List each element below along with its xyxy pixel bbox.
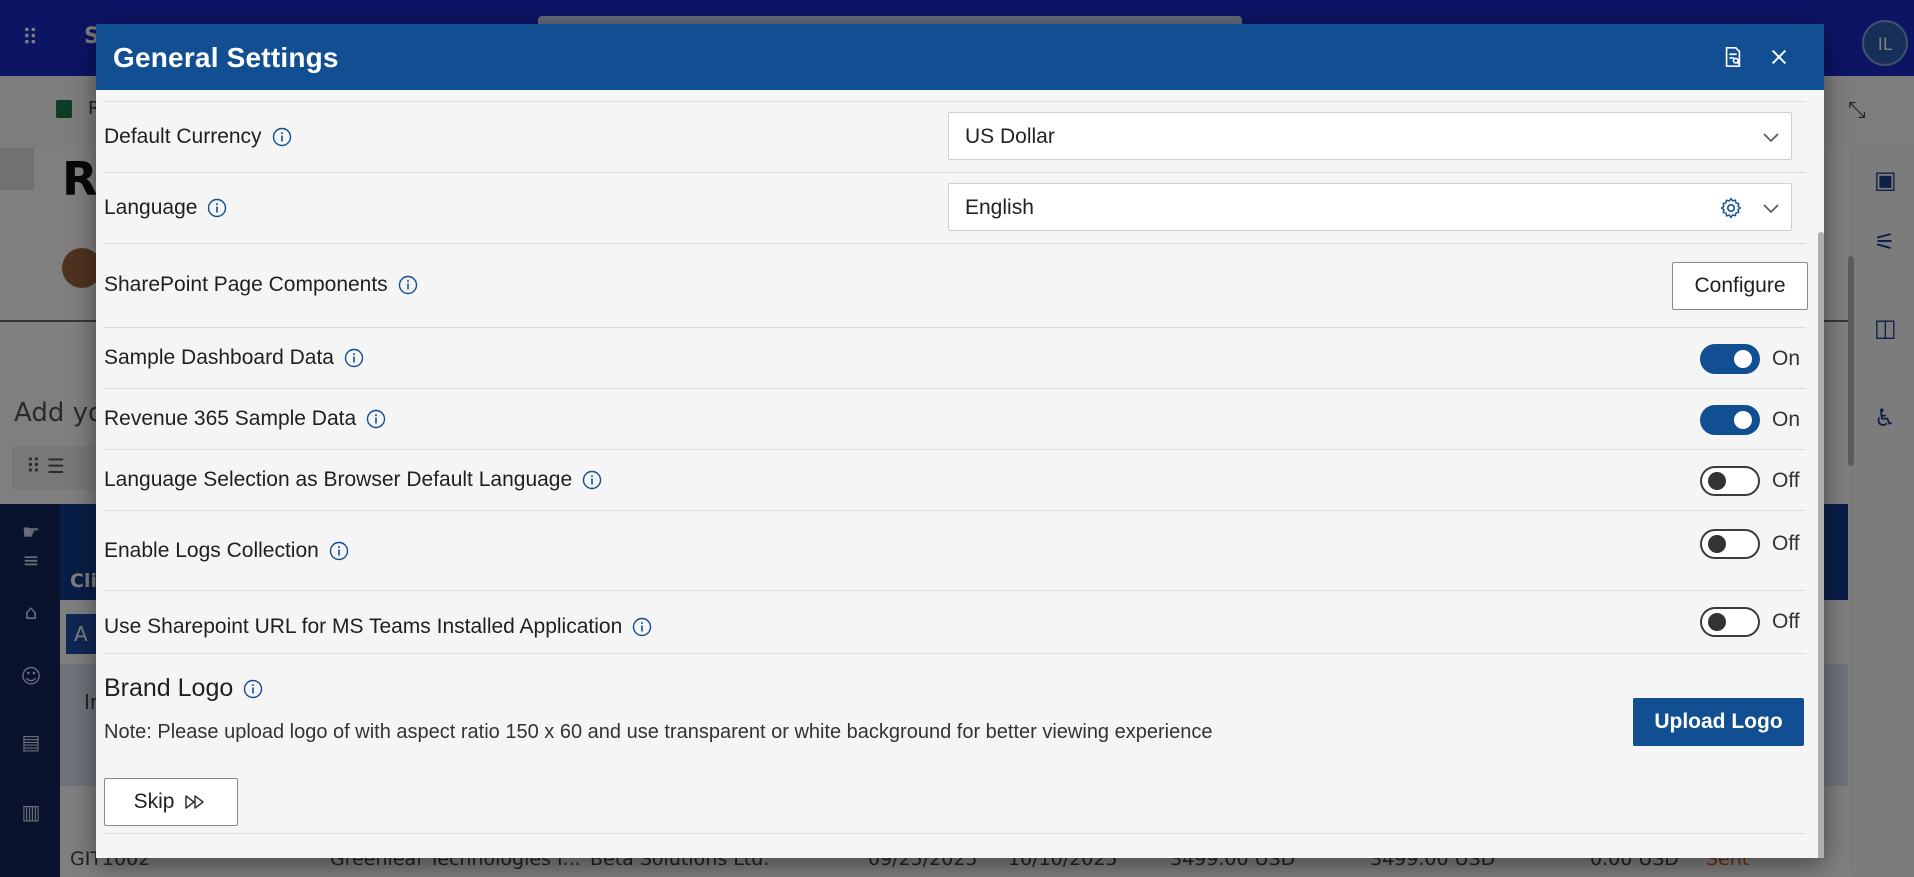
default-currency-value: US Dollar — [965, 125, 1055, 148]
browser-language-state: Off — [1772, 469, 1800, 492]
info-icon[interactable] — [632, 617, 652, 637]
sharepoint-components-label: SharePoint Page Components — [104, 273, 388, 296]
logs-collection-toggle[interactable] — [1700, 529, 1760, 559]
setting-row-logs-collection: Enable Logs Collection Off — [104, 511, 1806, 591]
skip-button-label: Skip — [133, 790, 175, 813]
top-divider — [104, 90, 1806, 102]
chevron-down-icon — [1763, 133, 1779, 143]
close-icon[interactable] — [1766, 44, 1792, 70]
gear-icon[interactable] — [1719, 196, 1743, 220]
dialog-body: Default Currency US Dollar Language Engl… — [96, 90, 1824, 858]
sharepoint-url-state: Off — [1772, 610, 1800, 633]
dialog-scrollbar[interactable] — [1818, 232, 1824, 858]
info-icon[interactable] — [366, 409, 386, 429]
bottom-divider — [104, 833, 1806, 834]
brand-logo-title: Brand Logo — [104, 674, 234, 702]
brand-logo-heading: Brand Logo — [104, 674, 263, 703]
language-select[interactable]: English — [948, 183, 1792, 231]
sharepoint-url-label: Use Sharepoint URL for MS Teams Installe… — [104, 615, 623, 638]
fast-forward-icon — [185, 795, 205, 809]
sample-dashboard-label: Sample Dashboard Data — [104, 346, 334, 369]
info-icon[interactable] — [207, 198, 227, 218]
upload-logo-button[interactable]: Upload Logo — [1633, 698, 1804, 746]
browser-language-toggle[interactable] — [1700, 466, 1760, 496]
dialog-title: General Settings — [113, 42, 339, 73]
report-icon[interactable] — [1720, 44, 1746, 70]
general-settings-dialog: General Settings Default Currency US Dol… — [96, 24, 1824, 858]
setting-row-sharepoint-url: Use Sharepoint URL for MS Teams Installe… — [104, 591, 1806, 654]
setting-row-browser-language: Language Selection as Browser Default La… — [104, 450, 1806, 511]
info-icon[interactable] — [329, 541, 349, 561]
dialog-header: General Settings — [96, 24, 1824, 90]
revenue-sample-toggle[interactable] — [1700, 405, 1760, 435]
setting-row-default-currency: Default Currency US Dollar — [104, 102, 1806, 173]
sample-dashboard-toggle[interactable] — [1700, 344, 1760, 374]
sample-dashboard-state: On — [1772, 347, 1801, 370]
setting-row-sample-dashboard: Sample Dashboard Data On — [104, 328, 1806, 389]
logs-collection-label: Enable Logs Collection — [104, 539, 319, 562]
browser-language-label: Language Selection as Browser Default La… — [104, 468, 573, 491]
brand-logo-note: Note: Please upload logo of with aspect … — [104, 721, 1213, 743]
configure-button[interactable]: Configure — [1672, 262, 1808, 310]
info-icon[interactable] — [398, 275, 418, 295]
setting-row-language: Language English — [104, 173, 1806, 244]
chevron-down-icon — [1763, 204, 1779, 214]
revenue-sample-label: Revenue 365 Sample Data — [104, 407, 357, 430]
logs-collection-state: Off — [1772, 532, 1800, 555]
info-icon[interactable] — [243, 679, 263, 699]
sharepoint-url-toggle[interactable] — [1700, 607, 1760, 637]
info-icon[interactable] — [272, 127, 292, 147]
info-icon[interactable] — [582, 470, 602, 490]
skip-button[interactable]: Skip — [104, 778, 238, 826]
default-currency-label: Default Currency — [104, 125, 262, 148]
setting-row-revenue-sample: Revenue 365 Sample Data On — [104, 389, 1806, 450]
revenue-sample-state: On — [1772, 408, 1801, 431]
info-icon[interactable] — [344, 348, 364, 368]
language-label: Language — [104, 196, 198, 219]
language-value: English — [965, 196, 1034, 219]
default-currency-select[interactable]: US Dollar — [948, 112, 1792, 160]
setting-row-sharepoint-components: SharePoint Page Components Configure — [104, 244, 1808, 328]
